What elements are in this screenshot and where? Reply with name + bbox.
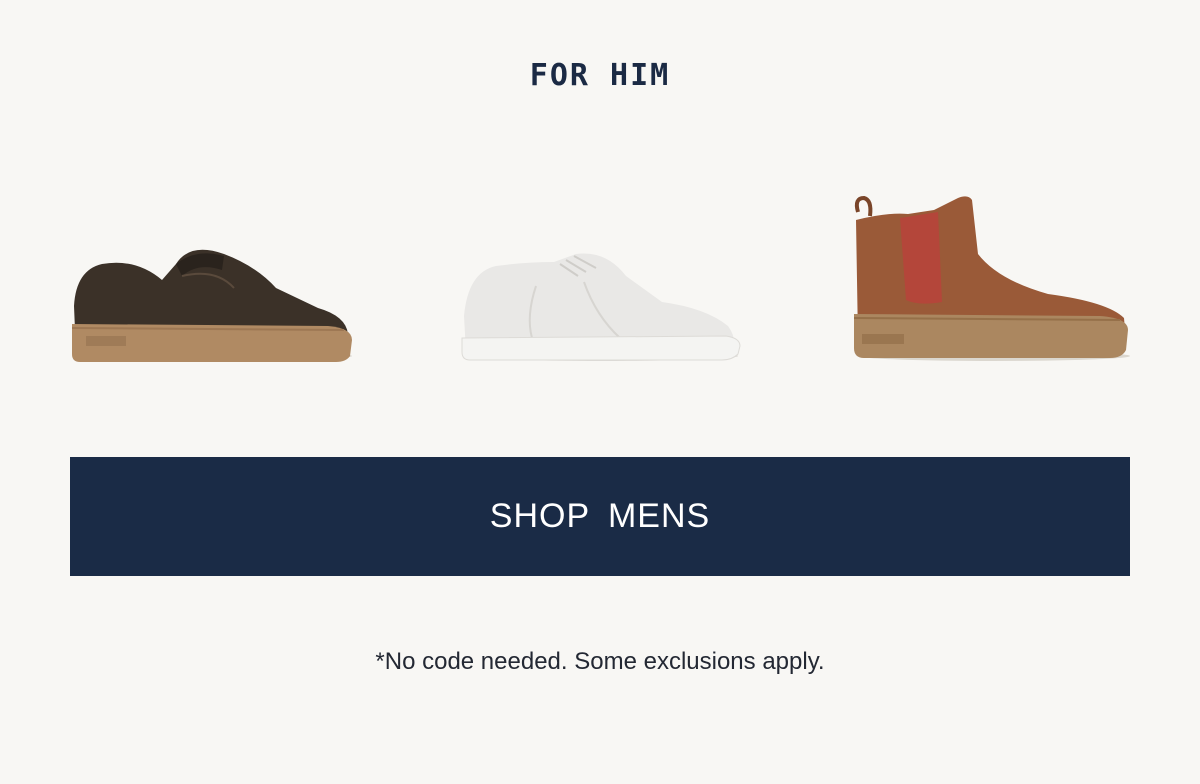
promo-section: FOR HIM SHOP MENS *No code needed. Some … [0, 0, 1200, 784]
section-heading: FOR HIM [529, 58, 671, 93]
product-row [0, 150, 1200, 410]
white-lace-up-sneaker-icon[interactable] [456, 246, 746, 366]
disclaimer-text: *No code needed. Some exclusions apply. [375, 648, 825, 675]
slip-on-sneaker-icon[interactable] [66, 236, 358, 366]
chelsea-boot-icon[interactable] [848, 190, 1134, 366]
shop-mens-button[interactable]: SHOP MENS [70, 457, 1130, 576]
shop-mens-button-label: SHOP MENS [489, 497, 711, 535]
